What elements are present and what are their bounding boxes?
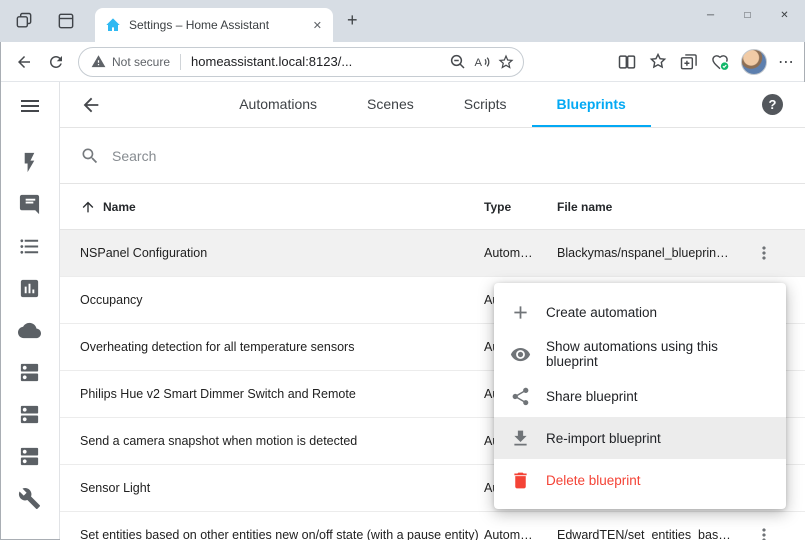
chat-icon[interactable] bbox=[18, 193, 41, 216]
column-header-name[interactable]: Name bbox=[80, 199, 484, 215]
menu-item-label: Show automations using this blueprint bbox=[546, 339, 770, 369]
ha-header: Automations Scenes Scripts Blueprints ? bbox=[60, 82, 805, 128]
ha-back-icon[interactable] bbox=[80, 94, 102, 116]
search-input[interactable] bbox=[112, 148, 785, 164]
row-overflow-menu-icon[interactable] bbox=[754, 243, 774, 263]
window-controls: ─ □ ✕ bbox=[692, 0, 803, 30]
eye-icon bbox=[510, 344, 531, 365]
sort-ascending-icon bbox=[80, 199, 96, 215]
menu-item-share-blueprint[interactable]: Share blueprint bbox=[494, 375, 786, 417]
row-name: Set entities based on other entities new… bbox=[80, 528, 484, 540]
download-icon bbox=[510, 428, 531, 449]
menu-item-label: Share blueprint bbox=[546, 389, 638, 404]
browser-tab[interactable]: Settings – Home Assistant ✕ bbox=[95, 8, 333, 42]
toolbar-right-icons: ⋯ bbox=[617, 49, 795, 75]
cloud-icon[interactable] bbox=[18, 319, 41, 342]
row-name: Sensor Light bbox=[80, 481, 484, 495]
chart-icon[interactable] bbox=[18, 277, 41, 300]
not-secure-warning-icon bbox=[91, 54, 106, 69]
menu-item-label: Delete blueprint bbox=[546, 473, 641, 488]
search-row bbox=[60, 128, 805, 184]
close-button[interactable]: ✕ bbox=[766, 0, 803, 30]
sidebar-menu-icon[interactable] bbox=[18, 94, 42, 118]
address-divider bbox=[180, 54, 181, 70]
security-label[interactable]: Not secure bbox=[112, 55, 170, 69]
wrench-icon[interactable] bbox=[18, 487, 41, 510]
url-text[interactable]: homeassistant.local:8123/... bbox=[191, 54, 443, 69]
collections-icon[interactable] bbox=[679, 52, 699, 72]
column-header-type[interactable]: Type bbox=[484, 200, 557, 214]
favorite-star-icon[interactable] bbox=[497, 53, 515, 71]
server-icon[interactable] bbox=[18, 403, 41, 426]
menu-item-label: Re-import blueprint bbox=[546, 431, 661, 446]
browser-toolbar: Not secure homeassistant.local:8123/... … bbox=[0, 42, 805, 82]
tab-blueprints[interactable]: Blueprints bbox=[532, 82, 651, 127]
menu-item-create-automation[interactable]: Create automation bbox=[494, 291, 786, 333]
tab-actions-icon[interactable] bbox=[56, 11, 76, 31]
svg-text:A: A bbox=[475, 56, 483, 68]
tab-title: Settings – Home Assistant bbox=[129, 18, 300, 32]
tab-scenes[interactable]: Scenes bbox=[342, 82, 439, 127]
row-file: EdwardTEN/set_entities_bas… bbox=[557, 528, 741, 540]
row-type: Autom… bbox=[484, 528, 557, 540]
server-icon[interactable] bbox=[18, 445, 41, 468]
table-row[interactable]: NSPanel Configuration Autom… Blackymas/n… bbox=[60, 230, 805, 277]
profile-avatar[interactable] bbox=[741, 49, 767, 75]
zoom-out-icon[interactable] bbox=[449, 53, 467, 71]
server-icon[interactable] bbox=[18, 361, 41, 384]
home-assistant-favicon bbox=[105, 17, 121, 33]
address-bar[interactable]: Not secure homeassistant.local:8123/... … bbox=[78, 47, 524, 77]
row-name: Philips Hue v2 Smart Dimmer Switch and R… bbox=[80, 387, 484, 401]
menu-item-delete-blueprint[interactable]: Delete blueprint bbox=[494, 459, 786, 501]
row-name: Overheating detection for all temperatur… bbox=[80, 340, 484, 354]
close-tab-icon[interactable]: ✕ bbox=[308, 17, 327, 34]
menu-item-label: Create automation bbox=[546, 305, 657, 320]
tab-scripts[interactable]: Scripts bbox=[439, 82, 532, 127]
tab-automations[interactable]: Automations bbox=[214, 82, 342, 127]
back-icon[interactable] bbox=[10, 48, 38, 76]
workspaces-icon[interactable] bbox=[14, 11, 34, 31]
row-name: Occupancy bbox=[80, 293, 484, 307]
column-header-name-label: Name bbox=[103, 200, 136, 214]
row-overflow-menu-icon[interactable] bbox=[754, 525, 774, 540]
ha-sidebar bbox=[0, 82, 60, 540]
browser-essentials-icon[interactable] bbox=[710, 52, 730, 72]
menu-item-reimport-blueprint[interactable]: Re-import blueprint bbox=[494, 417, 786, 459]
home-assistant-app: Automations Scenes Scripts Blueprints ? bbox=[0, 82, 805, 540]
refresh-icon[interactable] bbox=[42, 48, 70, 76]
table-header: Name Type File name bbox=[60, 184, 805, 230]
row-name: Send a camera snapshot when motion is de… bbox=[80, 434, 484, 448]
row-file: Blackymas/nspanel_blueprin… bbox=[557, 246, 741, 260]
plus-icon bbox=[510, 302, 531, 323]
row-type: Autom… bbox=[484, 246, 557, 260]
favorites-icon[interactable] bbox=[648, 52, 668, 72]
column-header-file[interactable]: File name bbox=[557, 200, 741, 214]
search-icon bbox=[80, 146, 100, 166]
menu-item-show-automations[interactable]: Show automations using this blueprint bbox=[494, 333, 786, 375]
browser-menu-icon[interactable]: ⋯ bbox=[778, 52, 795, 72]
share-icon bbox=[510, 386, 531, 407]
minimize-button[interactable]: ─ bbox=[692, 0, 729, 30]
ha-main: Automations Scenes Scripts Blueprints ? bbox=[60, 82, 805, 540]
titlebar: Settings – Home Assistant ✕ + ─ □ ✕ bbox=[0, 0, 805, 42]
help-icon[interactable]: ? bbox=[762, 94, 783, 115]
split-screen-icon[interactable] bbox=[617, 52, 637, 72]
row-context-menu: Create automation Show automations using… bbox=[494, 283, 786, 509]
maximize-button[interactable]: □ bbox=[729, 0, 766, 30]
browser-window: Settings – Home Assistant ✕ + ─ □ ✕ Not … bbox=[0, 0, 805, 540]
new-tab-button[interactable]: + bbox=[347, 10, 358, 31]
ha-nav-tabs: Automations Scenes Scripts Blueprints bbox=[60, 82, 805, 127]
lightning-icon[interactable] bbox=[18, 151, 41, 174]
table-row[interactable]: Set entities based on other entities new… bbox=[60, 512, 805, 540]
row-name: NSPanel Configuration bbox=[80, 246, 484, 260]
list-icon[interactable] bbox=[18, 235, 41, 258]
read-aloud-icon[interactable]: A bbox=[473, 53, 491, 71]
trash-icon bbox=[510, 470, 531, 491]
